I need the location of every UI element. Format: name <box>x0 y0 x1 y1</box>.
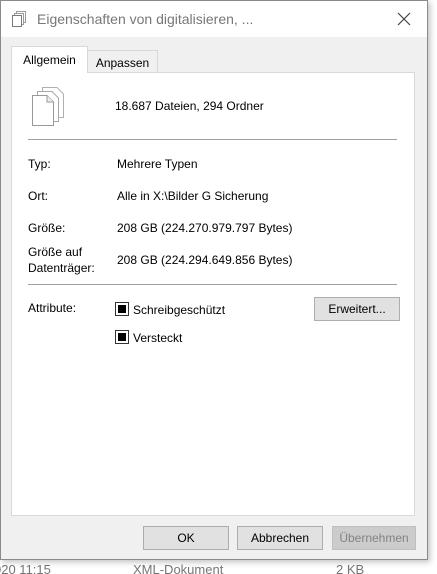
readonly-checkbox-label[interactable]: Schreibgeschützt <box>133 303 225 317</box>
type-value: Mehrere Typen <box>117 157 198 171</box>
advanced-button[interactable]: Erweitert... <box>314 297 400 321</box>
readonly-checkbox[interactable] <box>115 302 129 316</box>
size-label: Größe: <box>28 221 66 235</box>
disk-size-label-line2: Datenträger: <box>28 261 95 275</box>
properties-dialog: Eigenschaften von digitalisieren, ... Al… <box>0 0 428 560</box>
separator <box>28 284 397 285</box>
background-file-size: 2 KB <box>336 562 365 574</box>
background-file-type: XML-Dokument <box>133 562 224 574</box>
hidden-checkbox[interactable] <box>115 330 129 344</box>
location-value: Alle in X:\Bilder G Sicherung <box>117 189 269 203</box>
size-value: 208 GB (224.270.979.797 Bytes) <box>117 221 293 235</box>
close-icon <box>397 12 411 26</box>
selection-summary: 18.687 Dateien, 294 Ordner <box>115 99 264 113</box>
title-bar[interactable]: Eigenschaften von digitalisieren, ... <box>1 1 427 37</box>
cancel-button[interactable]: Abbrechen <box>237 526 323 550</box>
disk-size-label-line1: Größe auf <box>28 245 83 259</box>
disk-size-value: 208 GB (224.294.649.856 Bytes) <box>117 253 293 267</box>
properties-icon <box>12 11 28 27</box>
tab-customize[interactable]: Anpassen <box>88 50 158 73</box>
tab-general[interactable]: Allgemein <box>11 46 88 73</box>
location-label: Ort: <box>28 189 48 203</box>
close-button[interactable] <box>381 1 427 37</box>
window-title: Eigenschaften von digitalisieren, ... <box>37 11 254 27</box>
multiple-files-icon <box>30 87 64 127</box>
hidden-checkbox-label[interactable]: Versteckt <box>133 331 182 345</box>
type-label: Typ: <box>28 157 51 171</box>
attributes-label: Attribute: <box>28 301 77 315</box>
apply-button[interactable]: Übernehmen <box>332 526 416 550</box>
ok-button[interactable]: OK <box>143 526 229 550</box>
background-file-row: 020 11:15 XML-Dokument 2 KB <box>0 560 437 574</box>
background-file-date: 020 11:15 <box>0 562 51 574</box>
general-tab-panel: 18.687 Dateien, 294 Ordner Typ: Mehrere … <box>11 72 415 516</box>
separator <box>28 139 397 140</box>
